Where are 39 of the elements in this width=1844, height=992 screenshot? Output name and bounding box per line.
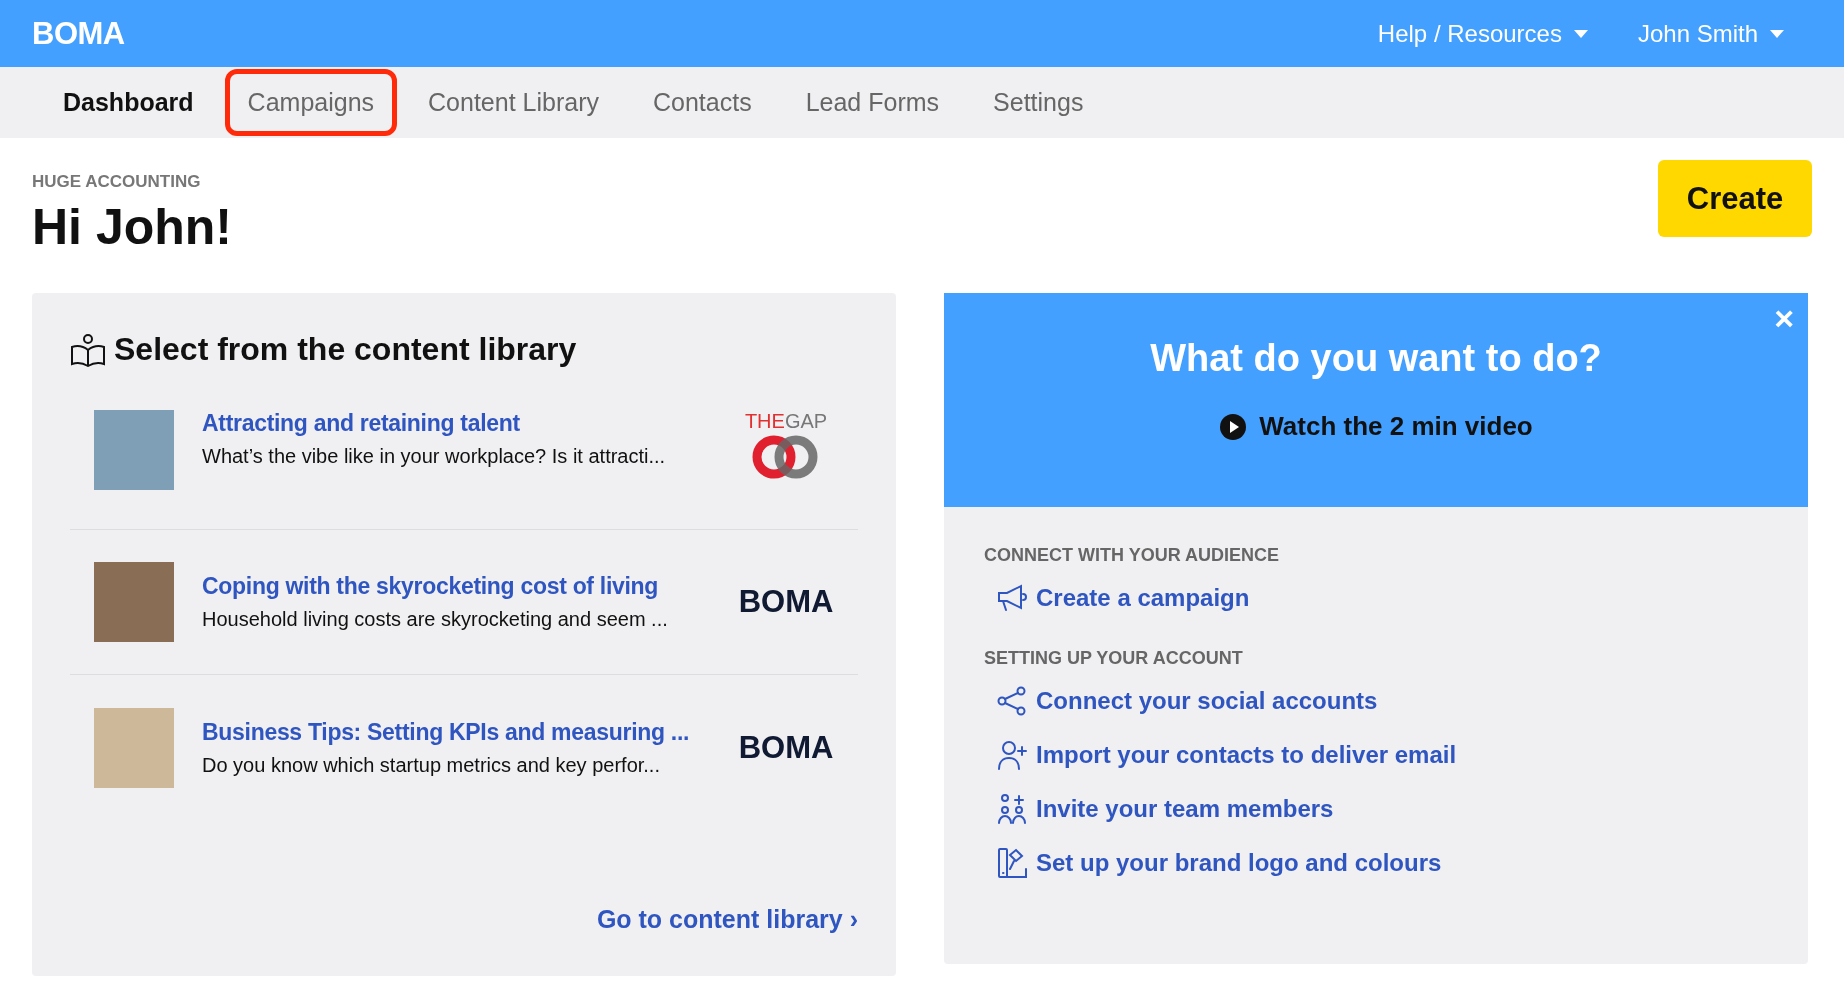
action-link[interactable]: Create a campaign: [996, 582, 1250, 614]
banner-title: What do you want to do?: [1150, 337, 1602, 380]
greeting: Hi John!: [32, 198, 232, 256]
publisher-logo: BOMA: [738, 729, 834, 766]
content-library-link[interactable]: Go to content library ›: [596, 905, 858, 934]
caret-icon: [1573, 29, 1588, 38]
card-title: Select from the content library: [114, 331, 577, 368]
nav-tab[interactable]: Content Library: [405, 69, 622, 136]
article-link[interactable]: Business Tips: Setting KPIs and measuring ...: [202, 718, 690, 746]
add-person-icon: [996, 739, 1028, 771]
brand-logo: BOMA: [32, 15, 125, 52]
section-heading: SETTING UP YOUR ACCOUNT: [984, 648, 1244, 669]
action-link[interactable]: Invite your team members: [996, 793, 1334, 825]
video-button[interactable]: Watch the 2 min video: [1213, 410, 1539, 443]
action-link[interactable]: Import your contacts to deliver email: [996, 739, 1457, 771]
publisher-logo: THEGAP: [744, 410, 828, 481]
nav-tab[interactable]: Dashboard: [40, 69, 217, 136]
section-heading: CONNECT WITH YOUR AUDIENCE: [984, 545, 1280, 566]
create-button[interactable]: Create: [1658, 160, 1812, 237]
action-link[interactable]: Connect your social accounts: [996, 685, 1378, 717]
caret-icon: [1770, 29, 1784, 38]
book-icon: [70, 332, 106, 367]
article-description: Do you know which startup metrics and key perfor...: [202, 753, 661, 777]
article-description: Household living costs are skyrocketing and seem ...: [202, 608, 669, 631]
article-description: What’s the vibe like in your workplace? Is it attracti...: [202, 445, 667, 468]
team-icon: [996, 793, 1028, 825]
megaphone-icon: [996, 582, 1028, 614]
nav-tab[interactable]: Campaigns: [224, 69, 398, 136]
action-link[interactable]: Set up your brand logo and colours: [996, 847, 1442, 879]
article-link[interactable]: Coping with the skyrocketing cost of living: [202, 573, 659, 600]
nav-tab[interactable]: Settings: [970, 69, 1107, 136]
play-icon: [1219, 412, 1248, 441]
nav-tab[interactable]: Lead Forms: [782, 69, 963, 136]
article-link[interactable]: Attracting and retaining talent: [202, 410, 520, 437]
share-icon: [996, 685, 1028, 717]
publisher-logo: BOMA: [738, 584, 834, 620]
nav-tab[interactable]: Contacts: [630, 69, 775, 136]
company-name: HUGE ACCOUNTING: [32, 172, 202, 192]
brand-icon: [996, 847, 1028, 879]
